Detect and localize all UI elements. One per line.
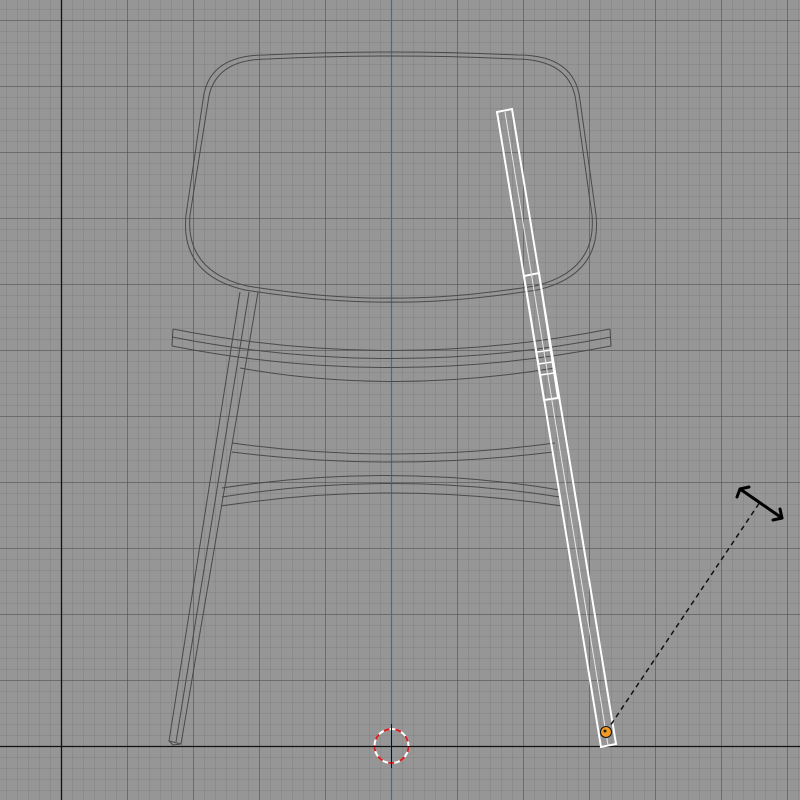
rotate-guide xyxy=(605,501,761,733)
rotate-arrows-icon[interactable] xyxy=(735,485,784,522)
chair-front-left-leg[interactable] xyxy=(168,291,259,746)
viewport-overlay xyxy=(0,0,800,800)
rotate-guide-dashed-line xyxy=(605,501,761,733)
chair-right-leg[interactable] xyxy=(495,107,618,749)
3d-cursor-icon[interactable] xyxy=(370,724,413,768)
pivot-origin-icon[interactable] xyxy=(600,726,612,738)
